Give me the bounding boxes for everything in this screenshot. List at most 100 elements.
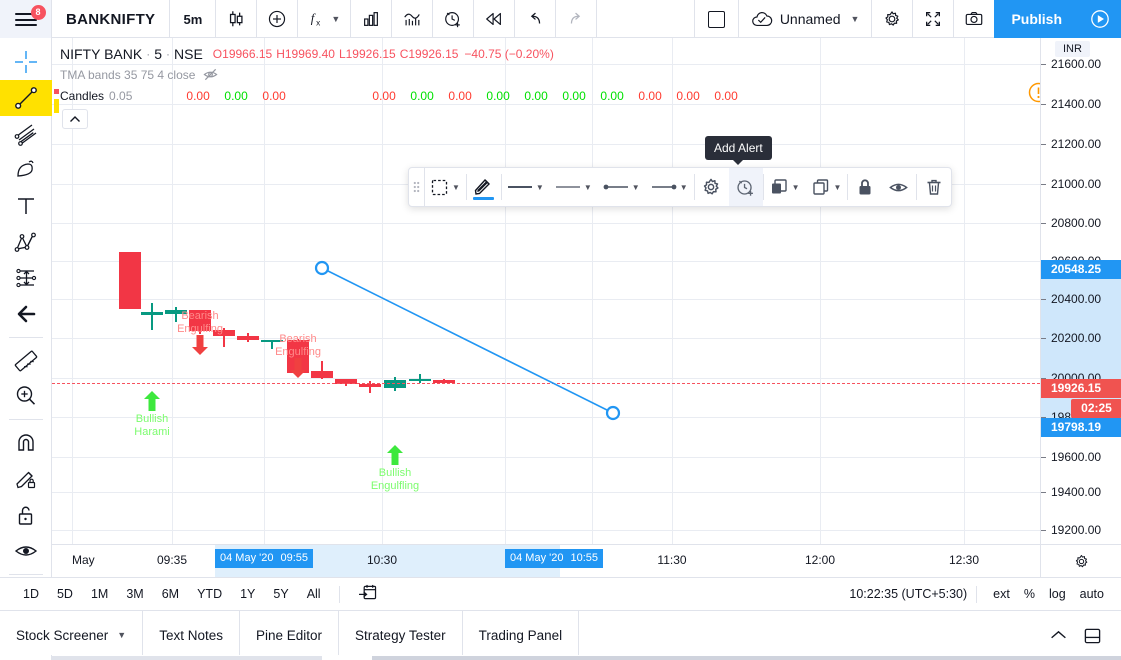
chart-settings-button[interactable] — [871, 0, 912, 38]
price-tick-label: 19600.00 — [1041, 449, 1121, 465]
gann-fan-icon — [16, 160, 34, 177]
legend-title-row[interactable]: NIFTY BANK · 5 · NSE O19966.15 H19969.40 L… — [60, 43, 752, 64]
sidebar-item-gann-fan[interactable] — [0, 152, 52, 188]
redo-button[interactable] — [556, 0, 598, 38]
chart-pane[interactable]: Bullish Harami Bearish Engulfing Bearish E… — [52, 38, 1040, 544]
interval-button[interactable]: 5m — [170, 0, 217, 38]
scale-option-percent[interactable]: % — [1017, 583, 1042, 605]
top-toolbar: 8 BANKNIFTY 5m f x ▼ Unnamed ▼ Publish — [0, 0, 1121, 38]
tab-stock-screener[interactable]: Stock Screener ▼ — [0, 611, 144, 659]
sidebar-item-patterns[interactable] — [0, 224, 52, 260]
sidebar-item-trend-line[interactable] — [0, 79, 52, 116]
delete-button[interactable] — [917, 168, 951, 206]
sidebar-item-measure[interactable] — [0, 343, 52, 379]
visibility-button[interactable] — [882, 168, 916, 206]
line-thickness-button[interactable]: ▼ — [550, 168, 598, 206]
settings-button[interactable] — [695, 168, 729, 206]
line-right-end-button[interactable]: ▼ — [646, 168, 694, 206]
data-warning-button[interactable] — [1028, 82, 1040, 108]
play-button[interactable] — [1079, 0, 1121, 38]
sidebar-item-crosshair[interactable] — [0, 44, 52, 80]
pen-color-swatch — [472, 197, 494, 200]
lock-button[interactable] — [848, 168, 882, 206]
add-indicator-button[interactable] — [257, 0, 299, 38]
price-tick-label: 21400.00 — [1041, 96, 1121, 112]
undo-button[interactable] — [515, 0, 557, 38]
save-layout-button[interactable]: Unnamed ▼ — [737, 0, 872, 38]
scrollbar-thumb[interactable] — [372, 656, 1121, 660]
scrollbar-track[interactable] — [52, 656, 322, 660]
range-button-1m[interactable]: 1M — [83, 583, 116, 605]
eye-icon — [14, 546, 37, 556]
line-left-end-button[interactable]: ▼ — [598, 168, 646, 206]
sidebar-item-magnet[interactable] — [0, 425, 52, 461]
eye-crossed-icon[interactable] — [203, 67, 218, 82]
go-to-date-button[interactable] — [350, 580, 385, 608]
range-button-6m[interactable]: 6M — [154, 583, 187, 605]
indicator-templates-button[interactable] — [392, 0, 434, 38]
candlestick-icon — [230, 11, 243, 27]
fullscreen-button[interactable] — [912, 0, 953, 38]
sidebar-item-prediction[interactable] — [0, 260, 52, 296]
sidebar-item-pitchfork[interactable] — [0, 116, 52, 152]
clone-button[interactable]: ▼ — [806, 168, 848, 206]
candle-wick — [151, 302, 153, 330]
sidebar-item-arrow-marker[interactable] — [0, 296, 52, 332]
alarm-clock-plus-icon — [736, 179, 753, 196]
time-highlight-time: 10:55 — [570, 552, 598, 564]
range-button-5y[interactable]: 5Y — [265, 583, 296, 605]
line-style-solid-button[interactable]: ▼ — [502, 168, 550, 206]
crosshair-icon — [14, 50, 37, 73]
time-scale-settings-button[interactable] — [1040, 545, 1121, 577]
drag-grip[interactable] — [409, 168, 425, 206]
tab-label: Pine Editor — [256, 627, 323, 643]
range-button-5d[interactable]: 5D — [49, 583, 81, 605]
legend-indicator-1-row[interactable]: TMA bands 35 75 4 close — [60, 64, 752, 85]
range-button-all[interactable]: All — [299, 583, 329, 605]
eye-icon — [889, 183, 909, 191]
fullscreen-icon — [926, 12, 941, 26]
layout-select-button[interactable] — [693, 0, 738, 38]
tab-pine-editor[interactable]: Pine Editor — [240, 611, 340, 659]
scale-option-log[interactable]: log — [1042, 583, 1073, 605]
sidebar-item-lock-drawings[interactable] — [0, 497, 52, 533]
publish-button[interactable]: Publish — [994, 0, 1079, 38]
time-scale[interactable]: May 09:35 10:30 11:30 12:00 12:30 04 May '20 0… — [52, 544, 1121, 577]
sidebar-item-hide-drawings[interactable] — [0, 533, 52, 569]
scale-option-auto[interactable]: auto — [1073, 583, 1111, 605]
main-menu-button[interactable]: 8 — [0, 0, 52, 38]
redo-arrow-icon — [571, 12, 581, 24]
tab-strategy-tester[interactable]: Strategy Tester — [339, 611, 463, 659]
sidebar-item-drawing-mode[interactable] — [0, 461, 52, 497]
tab-text-notes[interactable]: Text Notes — [143, 611, 240, 659]
range-button-1y[interactable]: 1Y — [232, 583, 263, 605]
bar-replay-button[interactable] — [474, 0, 516, 38]
legend-ohlc-item: C19926.15 — [399, 46, 459, 61]
template-button[interactable]: ▼ — [425, 168, 466, 206]
pen-color-button[interactable] — [467, 168, 501, 206]
range-button-1d[interactable]: 1D — [15, 583, 47, 605]
range-button-ytd[interactable]: YTD — [189, 583, 230, 605]
sidebar-item-zoom[interactable] — [0, 378, 52, 414]
pencil-lock-icon — [15, 471, 35, 489]
add-alert-button[interactable] — [728, 168, 763, 206]
collapse-panel-button[interactable] — [1043, 621, 1073, 651]
snapshot-button[interactable] — [953, 0, 994, 38]
symbol-search-button[interactable]: BANKNIFTY — [52, 0, 171, 38]
legend-indicator-2-row[interactable]: Candles 0.05 0.00 0.00 0.00 0.00 0.00 0.00 0.… — [60, 85, 752, 106]
gear-icon — [1075, 554, 1087, 567]
range-button-3m[interactable]: 3M — [118, 583, 151, 605]
panel-layout-button[interactable] — [1077, 621, 1107, 651]
indicators-button[interactable]: f x ▼ — [298, 0, 352, 38]
price-scale[interactable]: INR 21600.00 21400.00 21200.00 21000.00 2080… — [1040, 38, 1121, 544]
drawing-floating-toolbar[interactable]: Add Alert ▼ ▼ ▼ ▼ ▼ ▼ ▼ — [408, 136, 953, 207]
tab-trading-panel[interactable]: Trading Panel — [463, 611, 580, 659]
compare-button[interactable] — [351, 0, 393, 38]
horizontal-scrollbar[interactable] — [52, 655, 1121, 660]
scale-option-ext[interactable]: ext — [986, 583, 1017, 605]
alerts-button[interactable] — [433, 0, 475, 38]
sidebar-item-text[interactable] — [0, 188, 52, 224]
send-to-back-button[interactable]: ▼ — [764, 168, 806, 206]
legend-collapse-button[interactable] — [62, 109, 88, 129]
chart-style-button[interactable] — [216, 0, 258, 38]
